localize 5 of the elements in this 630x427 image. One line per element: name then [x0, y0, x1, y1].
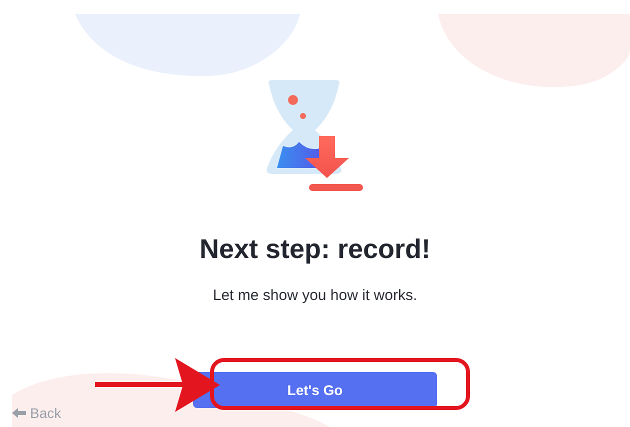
subtitle: Let me show you how it works.: [212, 287, 418, 304]
left-arrow-icon: [12, 408, 26, 418]
back-label: Back: [30, 405, 62, 421]
back-link[interactable]: Back: [12, 405, 62, 421]
heading: Next step: record!: [199, 234, 431, 265]
